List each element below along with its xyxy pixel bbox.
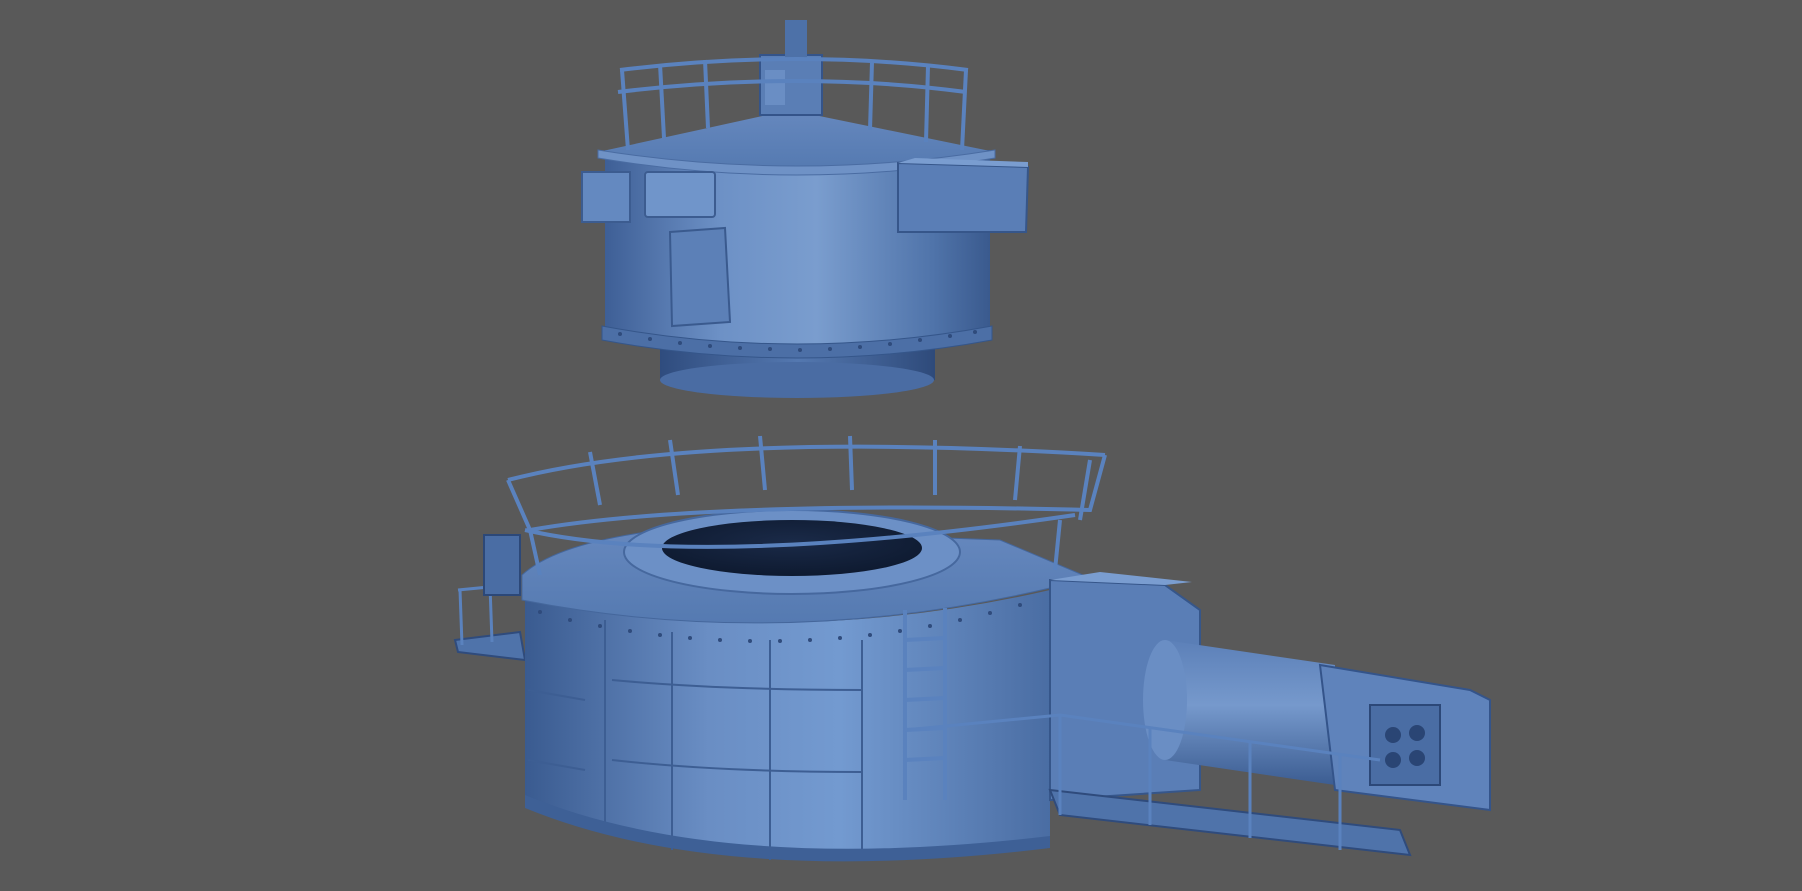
render-viewport — [0, 0, 1802, 891]
turret-render — [0, 0, 1802, 891]
lower-barbette-base — [453, 509, 1092, 862]
